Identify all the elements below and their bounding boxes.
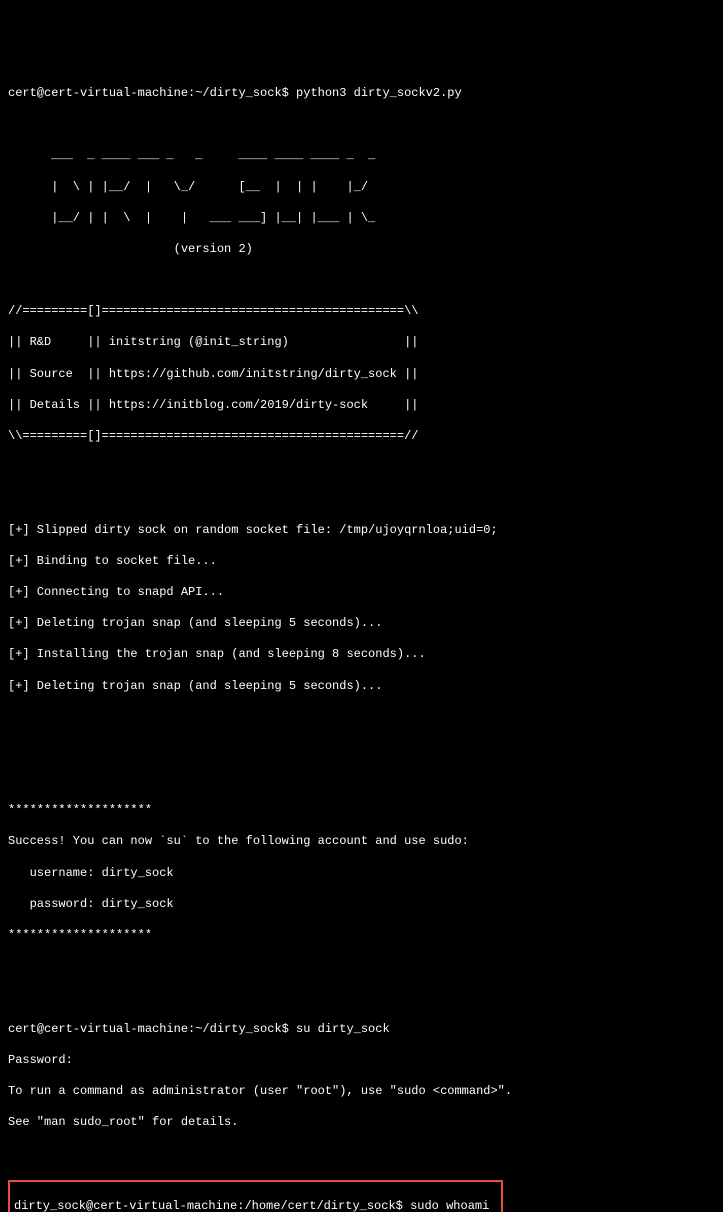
password-prompt: Password:	[8, 1053, 715, 1069]
blank-line	[8, 772, 715, 788]
step-output: [+] Deleting trojan snap (and sleeping 5…	[8, 679, 715, 695]
blank-line	[8, 273, 715, 289]
command-line-3: dirty_sock@cert-virtual-machine:/home/ce…	[14, 1199, 497, 1212]
admin-message: See "man sudo_root" for details.	[8, 1115, 715, 1131]
info-table-line: || Details || https://initblog.com/2019/…	[8, 398, 715, 414]
info-table-line: || R&D || initstring (@init_string) ||	[8, 335, 715, 351]
success-message: Success! You can now `su` to the followi…	[8, 834, 715, 850]
success-separator: ********************	[8, 803, 715, 819]
admin-message: To run a command as administrator (user …	[8, 1084, 715, 1100]
ascii-art-line: ___ _ ____ ___ _ _ ____ ____ ____ _ _	[8, 148, 715, 164]
ascii-art-line: | \ | |__/ | \_/ [__ | | | |_/	[8, 180, 715, 196]
blank-line	[8, 990, 715, 1006]
blank-line	[8, 741, 715, 757]
highlighted-root-section: dirty_sock@cert-virtual-machine:/home/ce…	[8, 1180, 503, 1212]
info-table-line: //=========[]===========================…	[8, 304, 715, 320]
prompt: cert@cert-virtual-machine:~/dirty_sock$	[8, 1022, 296, 1036]
command-line-2: cert@cert-virtual-machine:~/dirty_sock$ …	[8, 1022, 715, 1038]
command-text: python3 dirty_sockv2.py	[296, 86, 462, 100]
info-table-line: || Source || https://github.com/initstri…	[8, 367, 715, 383]
success-username: username: dirty_sock	[8, 866, 715, 882]
ascii-art-line: |__/ | | \ | | ___ ___] |__| |___ | \_	[8, 211, 715, 227]
step-output: [+] Binding to socket file...	[8, 554, 715, 570]
blank-line	[8, 710, 715, 726]
success-password: password: dirty_sock	[8, 897, 715, 913]
step-output: [+] Installing the trojan snap (and slee…	[8, 647, 715, 663]
success-separator: ********************	[8, 928, 715, 944]
blank-line	[8, 1146, 715, 1162]
blank-line	[8, 491, 715, 507]
prompt: dirty_sock@cert-virtual-machine:/home/ce…	[14, 1199, 410, 1212]
step-output: [+] Slipped dirty sock on random socket …	[8, 523, 715, 539]
terminal-window[interactable]: cert@cert-virtual-machine:~/dirty_sock$ …	[8, 70, 715, 1212]
prompt: cert@cert-virtual-machine:~/dirty_sock$	[8, 86, 296, 100]
blank-line	[8, 959, 715, 975]
command-text: su dirty_sock	[296, 1022, 390, 1036]
command-text: sudo whoami	[410, 1199, 489, 1212]
blank-line	[8, 460, 715, 476]
step-output: [+] Connecting to snapd API...	[8, 585, 715, 601]
info-table-line: \\=========[]===========================…	[8, 429, 715, 445]
command-line-1: cert@cert-virtual-machine:~/dirty_sock$ …	[8, 86, 715, 102]
ascii-art-version: (version 2)	[8, 242, 715, 258]
step-output: [+] Deleting trojan snap (and sleeping 5…	[8, 616, 715, 632]
blank-line	[8, 117, 715, 133]
